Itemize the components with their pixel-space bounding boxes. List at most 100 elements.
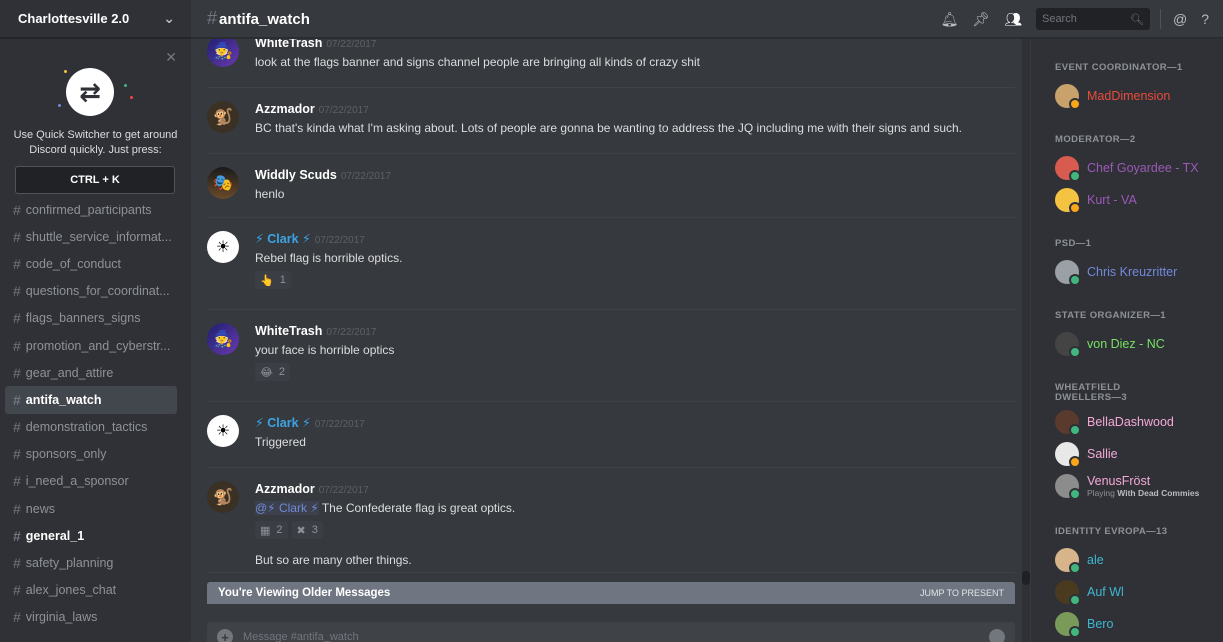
channel-name: general_1: [25, 528, 85, 543]
hash-icon: #: [13, 310, 21, 327]
channel-item[interactable]: # code_of_conduct: [5, 250, 177, 277]
message-content: look at the flags banner and signs chann…: [255, 55, 700, 69]
avatar[interactable]: 🧙: [207, 323, 239, 355]
pin-icon[interactable]: 📌︎: [972, 11, 990, 28]
message-content: your face is horrible optics: [255, 343, 395, 357]
status-indicator: [1069, 594, 1081, 606]
avatar: [1055, 474, 1081, 500]
member-item[interactable]: BellaDashwood: [1055, 409, 1174, 436]
avatar[interactable]: ☀: [207, 231, 239, 263]
sparkle-dot: [124, 84, 127, 87]
member-item[interactable]: MadDimension: [1055, 83, 1170, 110]
avatar[interactable]: 🎭: [207, 167, 239, 199]
message-author[interactable]: Azzmador: [255, 482, 315, 496]
reaction-button[interactable]: 👆 1: [255, 271, 291, 289]
reaction-emoji: ▦: [260, 524, 271, 537]
channel-item[interactable]: # flags_banners_signs: [5, 305, 177, 332]
message-text: your face is horrible optics: [255, 343, 1015, 357]
message-content: henlo: [255, 187, 285, 201]
avatar[interactable]: 🐒: [207, 101, 239, 133]
message-input[interactable]: [243, 631, 989, 642]
member-item[interactable]: Auf Wl: [1055, 579, 1124, 606]
scrollbar-track[interactable]: [1022, 39, 1030, 642]
channel-item[interactable]: # general_1: [5, 522, 177, 549]
chevron-down-icon[interactable]: ⌄: [163, 10, 175, 27]
sparkle-dot: [58, 104, 61, 107]
channel-item[interactable]: # sponsors_only: [5, 441, 177, 468]
message-timestamp: 07/22/2017: [318, 105, 369, 116]
reaction-button[interactable]: 😂 2: [255, 363, 290, 381]
emoji-picker-icon[interactable]: [989, 629, 1005, 642]
message-text: Rebel flag is horrible optics.: [255, 251, 1015, 265]
member-name: ale: [1087, 553, 1104, 567]
message-timestamp: 07/22/2017: [318, 485, 369, 496]
channel-item[interactable]: # gear_and_attire: [5, 359, 177, 386]
channel-item[interactable]: # demonstration_tactics: [5, 414, 177, 441]
message-author[interactable]: Azzmador: [255, 102, 315, 116]
channel-name: demonstration_tactics: [25, 420, 148, 435]
member-item[interactable]: Sallie: [1055, 441, 1118, 468]
close-icon[interactable]: ✕: [165, 49, 177, 66]
user-mention[interactable]: @⚡ Clark ⚡: [255, 501, 319, 515]
channel-item[interactable]: # news: [5, 495, 177, 522]
mention-icon[interactable]: @: [1173, 11, 1187, 27]
search-input[interactable]: [1041, 13, 1122, 25]
avatar[interactable]: ☀: [207, 415, 239, 447]
hash-icon: #: [13, 419, 21, 436]
channel-item[interactable]: # i_need_a_sponsor: [5, 468, 177, 495]
avatar: [1055, 188, 1081, 214]
message-content: Triggered: [255, 435, 306, 449]
hash-icon: #: [13, 473, 21, 490]
member-name: Kurt - VA: [1087, 193, 1137, 207]
bell-icon[interactable]: 🔔︎: [941, 11, 959, 28]
member-item[interactable]: von Diez - NC: [1055, 331, 1165, 358]
upload-plus-icon[interactable]: +: [217, 629, 233, 642]
channel-header: #antifa_watch 🔔︎ 📌︎ 👥︎ 🔍︎ @ ?: [191, 0, 1223, 38]
channel-item[interactable]: # virginia_laws: [5, 604, 177, 631]
role-header: MODERATOR—2: [1055, 134, 1136, 145]
message-author[interactable]: ⚡ Clark ⚡: [255, 416, 311, 430]
reaction-button[interactable]: ✖ 3: [291, 521, 323, 539]
message-divider: [207, 309, 1015, 310]
jump-to-present-button[interactable]: JUMP TO PRESENT: [920, 588, 1004, 598]
message-content: Rebel flag is horrible optics.: [255, 251, 403, 265]
member-item[interactable]: Chef Goyardee - TX: [1055, 155, 1199, 182]
reaction-button[interactable]: ▦ 2: [255, 521, 288, 539]
channel-item[interactable]: # questions_for_coordinat...: [5, 278, 177, 305]
sparkle-dot: [130, 96, 133, 99]
message-author[interactable]: ⚡ Clark ⚡: [255, 232, 311, 246]
message-timestamp: 07/22/2017: [326, 39, 377, 50]
status-indicator: [1069, 98, 1081, 110]
member-item[interactable]: Chris Kreuzritter: [1055, 259, 1177, 286]
channel-item[interactable]: # shuttle_service_informat...: [5, 223, 177, 250]
member-name: Bero: [1087, 617, 1114, 631]
scrollbar-thumb[interactable]: [1022, 571, 1030, 585]
avatar: [1055, 332, 1081, 358]
channel-item[interactable]: # antifa_watch: [5, 386, 177, 414]
message-timestamp: 07/22/2017: [314, 419, 365, 430]
message-timestamp: 07/22/2017: [314, 235, 365, 246]
channel-item[interactable]: # promotion_and_cyberstr...: [5, 332, 177, 359]
message-author[interactable]: WhiteTrash: [255, 39, 322, 50]
message: ☀ ⚡ Clark ⚡ 07/22/2017 Rebel flag is horrib…: [207, 231, 1015, 289]
member-item[interactable]: Kurt - VA: [1055, 187, 1137, 214]
member-item[interactable]: ale: [1055, 547, 1104, 574]
role-header: STATE ORGANIZER—1: [1055, 310, 1166, 321]
avatar[interactable]: 🧙: [207, 39, 239, 67]
channel-list: # confirmed_participants # shuttle_service_…: [0, 196, 191, 631]
member-item[interactable]: VenusFröst Playing With Dead Commies: [1055, 473, 1199, 500]
search-box[interactable]: 🔍︎: [1035, 8, 1150, 30]
channel-name: flags_banners_signs: [25, 311, 141, 326]
channel-name: alex_jones_chat: [25, 583, 117, 598]
message-author[interactable]: WhiteTrash: [255, 324, 322, 338]
message-divider: [207, 87, 1015, 88]
channel-item[interactable]: # safety_planning: [5, 549, 177, 576]
status-indicator: [1069, 170, 1081, 182]
avatar[interactable]: 🐒: [207, 481, 239, 513]
member-item[interactable]: Bero: [1055, 611, 1114, 638]
members-icon[interactable]: 👥︎: [1004, 11, 1022, 28]
message-author[interactable]: Widdly Scuds: [255, 168, 337, 182]
help-icon[interactable]: ?: [1201, 11, 1209, 27]
channel-item[interactable]: # alex_jones_chat: [5, 577, 177, 604]
server-header[interactable]: Charlottesville 2.0 ⌄: [0, 0, 191, 38]
